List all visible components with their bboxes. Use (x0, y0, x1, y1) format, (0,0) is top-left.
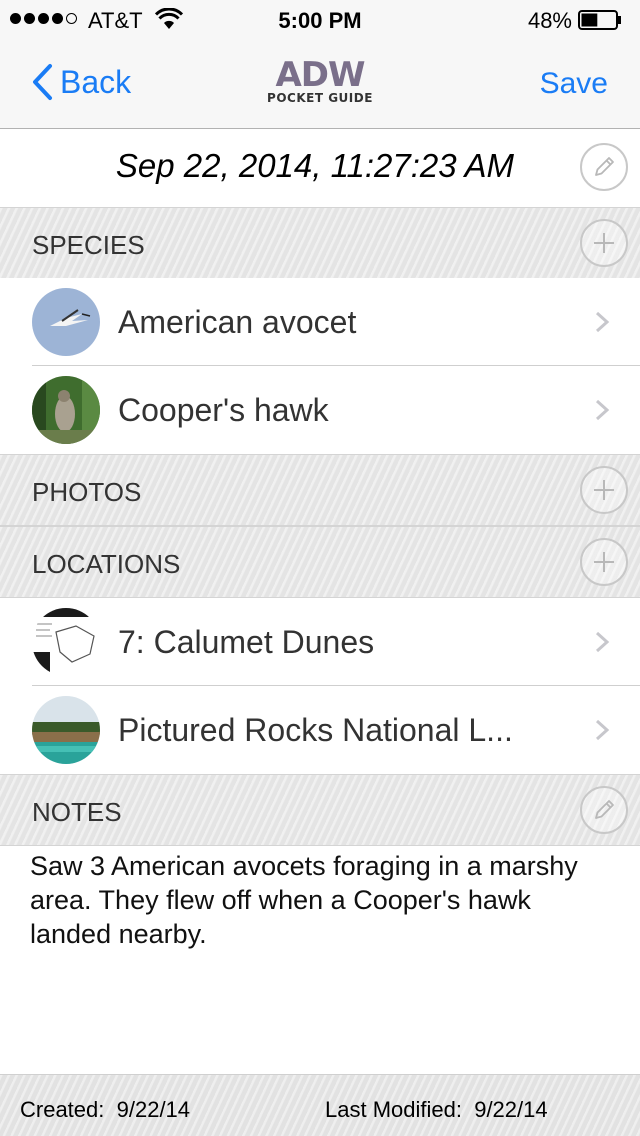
notes-section-header: NOTES (0, 774, 640, 846)
species-row-american-avocet[interactable]: American avocet (0, 278, 640, 366)
observation-datetime: Sep 22, 2014, 11:27:23 AM (115, 147, 515, 184)
species-name: Cooper's hawk (118, 392, 329, 428)
chevron-right-icon (595, 311, 610, 333)
species-row-coopers-hawk[interactable]: Cooper's hawk (0, 366, 640, 454)
chevron-right-icon (595, 399, 610, 421)
created-info: Created: 9/22/14 (20, 1097, 190, 1123)
modified-info: Last Modified: 9/22/14 (325, 1097, 548, 1123)
back-label: Back (60, 63, 132, 100)
battery-percent: 48% (527, 8, 572, 33)
plus-icon (594, 552, 614, 572)
logo-subtitle: POCKET GUIDE (267, 91, 373, 105)
created-date: 9/22/14 (116, 1097, 191, 1122)
plus-icon (594, 233, 614, 253)
plus-icon (594, 480, 614, 500)
location-name: Pictured Rocks National L... (118, 712, 513, 748)
location-row-calumet-dunes[interactable]: 7: Calumet Dunes (0, 598, 640, 686)
save-button[interactable]: Save (540, 67, 608, 101)
locations-section-header: LOCATIONS (0, 526, 640, 598)
edit-notes-button[interactable] (580, 786, 628, 834)
add-species-button[interactable] (580, 219, 628, 267)
photos-section-header: PHOTOS (0, 454, 640, 526)
location-row-pictured-rocks[interactable]: Pictured Rocks National L... (0, 686, 640, 774)
chevron-right-icon (595, 631, 610, 653)
species-section-title: SPECIES (32, 230, 145, 260)
species-section-header: SPECIES (0, 207, 640, 279)
photos-section-title: PHOTOS (32, 477, 142, 507)
battery-icon (578, 10, 621, 30)
logo-mark: ADW (275, 55, 365, 95)
locations-section-title: LOCATIONS (32, 549, 181, 579)
chevron-right-icon (595, 719, 610, 741)
created-label: Created: (20, 1097, 105, 1122)
app-logo: ADW POCKET GUIDE (258, 55, 382, 108)
chevron-left-icon (33, 64, 52, 100)
pencil-icon (595, 800, 614, 819)
notes-section-title: NOTES (32, 797, 122, 827)
location-name: 7: Calumet Dunes (118, 624, 375, 660)
location-photo-thumbnail (32, 696, 100, 764)
pencil-icon (595, 157, 614, 176)
navigation-bar: Back ADW POCKET GUIDE Save (0, 40, 640, 129)
species-thumbnail (32, 288, 100, 356)
back-button[interactable]: Back (30, 62, 131, 102)
modified-label: Last Modified: (325, 1097, 462, 1122)
metadata-footer: Created: 9/22/14 Last Modified: 9/22/14 (0, 1074, 640, 1136)
species-name: American avocet (118, 304, 357, 340)
add-location-button[interactable] (580, 538, 628, 586)
status-bar: AT&T 5:00 PM 48% (0, 0, 640, 40)
modified-date: 9/22/14 (474, 1097, 548, 1122)
location-map-thumbnail (32, 608, 100, 676)
add-photo-button[interactable] (580, 466, 628, 514)
observation-date-row: Sep 22, 2014, 11:27:23 AM (0, 129, 640, 207)
edit-date-button[interactable] (580, 143, 628, 191)
notes-text: Saw 3 American avocets foraging in a mar… (0, 846, 640, 1074)
species-thumbnail (32, 376, 100, 444)
